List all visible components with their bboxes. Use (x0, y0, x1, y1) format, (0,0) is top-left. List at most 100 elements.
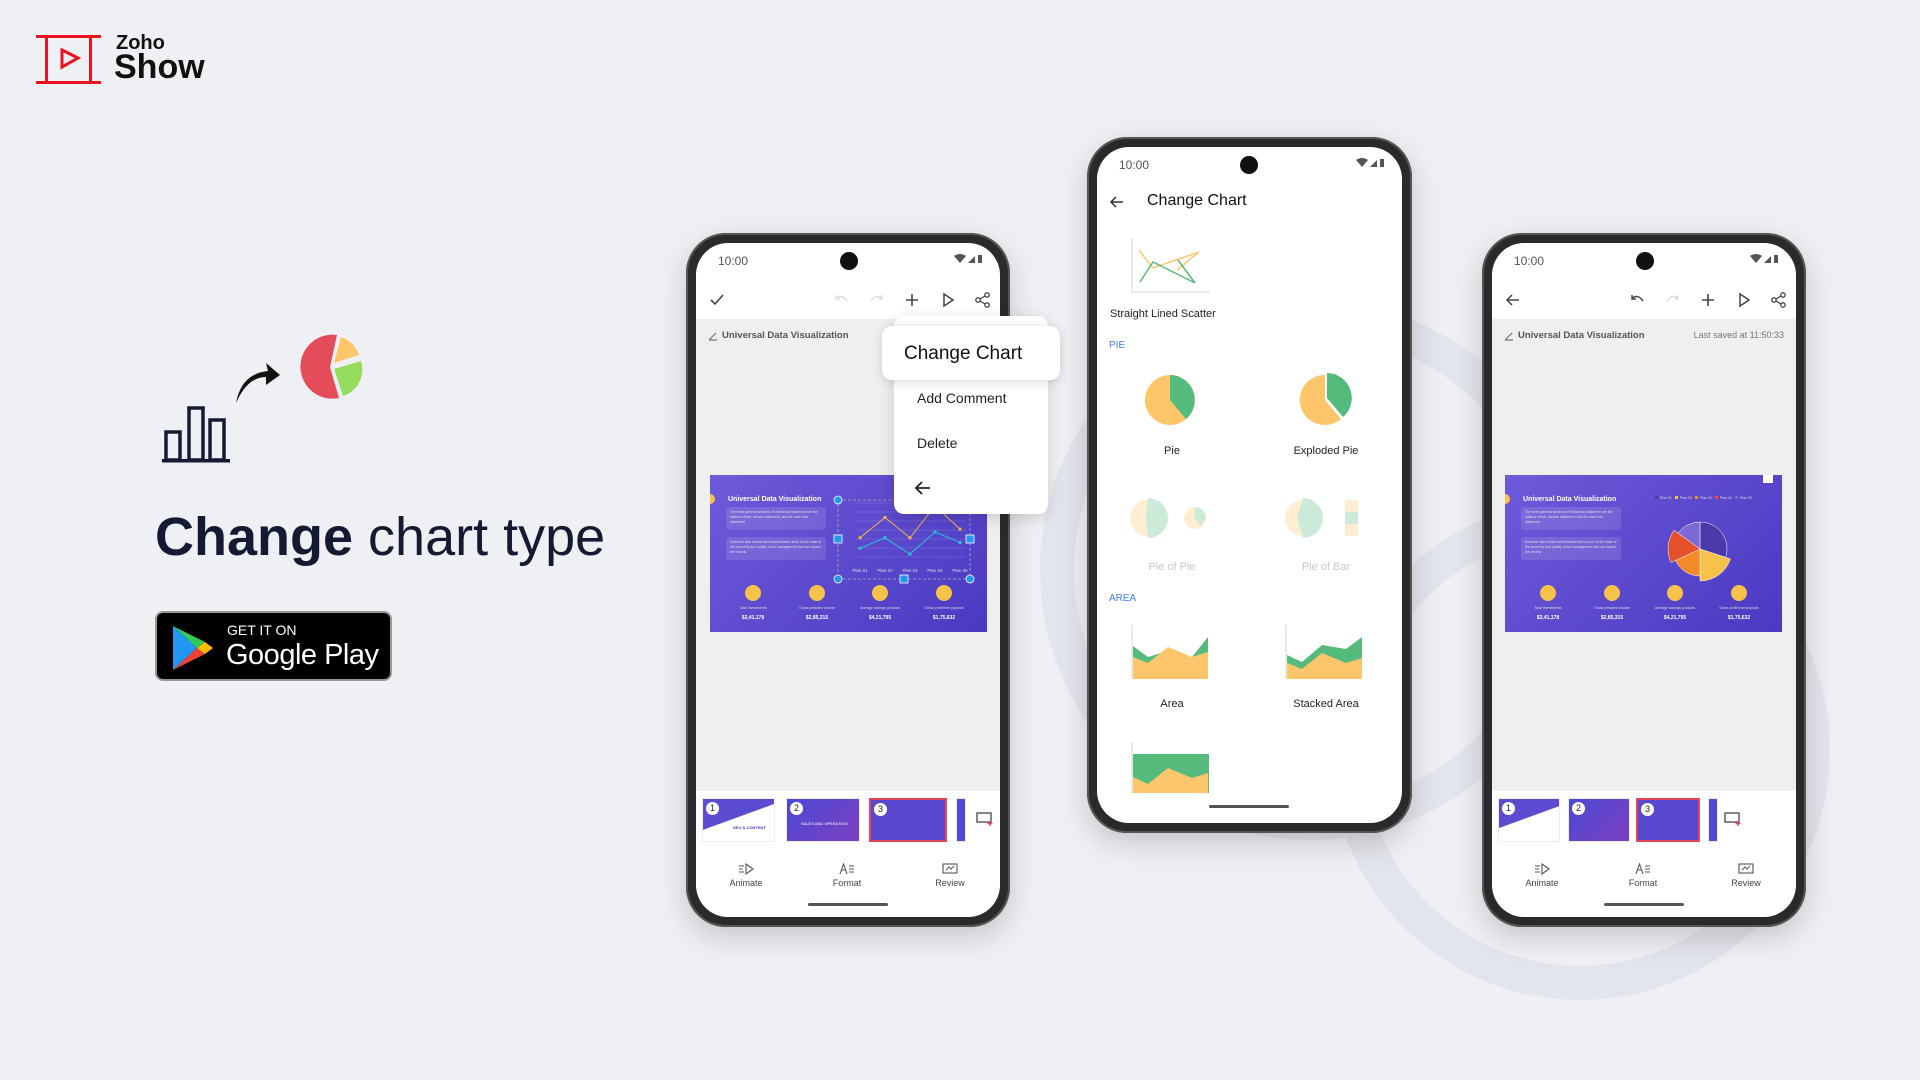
slide-thumb-1[interactable]: 1 (1498, 798, 1560, 842)
coins-icon (1731, 585, 1747, 601)
menu-item-delete[interactable]: Delete (917, 435, 957, 451)
screen-title: Change Chart (1147, 192, 1247, 209)
nav-label: Review (935, 878, 965, 888)
editor-toolbar (1492, 281, 1796, 319)
brand-line2: Show (114, 48, 205, 86)
nav-label: Format (832, 878, 862, 888)
document-title[interactable]: Universal Data Visualization (1504, 330, 1645, 341)
play-icon[interactable] (1735, 291, 1753, 309)
document-title[interactable]: Universal Data Visualization (708, 330, 849, 341)
google-play-badge[interactable]: GET IT ON Google Play (155, 611, 392, 681)
slide-thumb-4[interactable] (956, 798, 966, 842)
nav-animate[interactable]: Animate (1502, 863, 1582, 888)
nav-format[interactable]: Format (1603, 863, 1683, 888)
pie-chart-icon (300, 334, 363, 399)
stat-value: $3,41,178 (741, 615, 765, 621)
editor-toolbar (696, 281, 1000, 319)
undo-icon[interactable] (832, 291, 850, 309)
slide-thumb-2[interactable]: 2 SALES AND OPERATION (786, 798, 860, 842)
add-slide-icon[interactable] (976, 811, 994, 827)
add-slide-icon[interactable] (1724, 811, 1742, 827)
back-arrow-icon[interactable] (1109, 194, 1125, 210)
slide-canvas[interactable]: Universal Data Visualization Last saved … (1492, 319, 1796, 791)
share-icon[interactable] (974, 291, 992, 309)
back-arrow-icon[interactable] (914, 479, 932, 497)
stat-value: $1,75,632 (1727, 615, 1751, 621)
x-tick-label: Plan 05 (952, 568, 968, 573)
stat-label: Total Investments (1534, 606, 1562, 610)
add-icon[interactable] (903, 291, 921, 309)
stat-item: Average savings products $4,21,795 (848, 585, 912, 621)
data-point (908, 536, 912, 540)
add-icon[interactable] (1699, 291, 1717, 309)
review-icon (1738, 863, 1754, 874)
area-thumbnail (1131, 625, 1208, 679)
stat-value: $3,41,178 (1536, 615, 1560, 621)
thumb-number: 1 (1502, 802, 1515, 815)
document-title-text: Universal Data Visualization (722, 330, 849, 341)
curved-arrow-icon (236, 363, 280, 403)
data-point (908, 552, 912, 556)
slide-thumb-1[interactable]: 1 SEO & CONTENT (702, 798, 775, 842)
stat-label: Average savings products (859, 606, 901, 610)
menu-label: Change Chart (904, 343, 1023, 364)
option-label: Straight Lined Scatter (1110, 308, 1216, 320)
stat-value: $2,85,315 (1600, 615, 1624, 621)
animate-icon (1535, 863, 1550, 875)
camera-cutout (1240, 156, 1258, 174)
context-menu: Change Chart Add Comment Delete (882, 316, 1060, 514)
nav-review[interactable]: Review (910, 863, 990, 888)
thumb-number: 3 (874, 803, 887, 816)
undo-icon[interactable] (1628, 291, 1646, 309)
back-arrow-icon[interactable] (1504, 291, 1522, 309)
nav-review[interactable]: Review (1706, 863, 1786, 888)
nav-animate[interactable]: Animate (706, 863, 786, 888)
stat-label: Total Investments (739, 606, 767, 610)
slide-thumb-3[interactable]: 3 (869, 798, 947, 842)
stat-item: Gross profit from payouts $1,75,632 (1707, 585, 1771, 621)
thumb-text: SALES AND OPERATION (801, 821, 848, 826)
nav-label: Format (1628, 878, 1658, 888)
edit-icon (1504, 332, 1513, 341)
thumb-text: SEO & CONTENT (733, 825, 766, 830)
thumb-number: 2 (790, 802, 803, 815)
slide-preview[interactable]: Universal Data Visualization The three g… (1505, 475, 1782, 632)
nav-format[interactable]: Format (807, 863, 887, 888)
stat-label: Gross presales volume (799, 606, 835, 610)
system-icons (1750, 254, 1778, 264)
camera-cutout (1636, 252, 1654, 270)
nav-label: Review (1731, 878, 1761, 888)
hero-title-rest: chart type (368, 507, 606, 567)
slide-thumb-3[interactable]: 3 (1636, 798, 1700, 842)
slide-thumb-4[interactable] (1708, 798, 1718, 842)
x-tick-label: Plan 01 (852, 568, 868, 573)
slide-thumb-2[interactable]: 2 (1568, 798, 1630, 842)
legend-swatch (1695, 496, 1698, 499)
option-label: Pie (1164, 445, 1180, 457)
review-icon (942, 863, 958, 874)
stat-value: $4,21,795 (1663, 615, 1687, 621)
percent-area-thumbnail[interactable] (1131, 742, 1209, 794)
phone-change-chart: 10:00 Change Chart Straight Lined Scatte… (1087, 137, 1412, 833)
box-icon (1604, 585, 1620, 601)
data-point (883, 536, 887, 540)
share-icon[interactable] (1770, 291, 1788, 309)
slide-decoration (710, 494, 715, 504)
menu-item-add-comment[interactable]: Add Comment (917, 390, 1006, 406)
piggy-bank-icon (872, 585, 888, 601)
play-icon[interactable] (939, 291, 957, 309)
exploded-pie-thumbnail (1299, 373, 1352, 425)
format-icon (839, 863, 854, 875)
box-icon (809, 585, 825, 601)
pie-of-pie-thumbnail (1130, 498, 1206, 538)
menu-item-change-chart[interactable]: Change Chart (882, 326, 1060, 380)
system-icons (954, 254, 982, 264)
section-pie: PIE (1109, 340, 1126, 351)
slide-thumbnails: 1 2 3 (1492, 791, 1796, 855)
redo-icon[interactable] (1664, 291, 1682, 309)
scatter-chart-thumbnail (1131, 238, 1210, 293)
check-icon[interactable] (708, 291, 726, 309)
coins-icon (936, 585, 952, 601)
redo-icon[interactable] (868, 291, 886, 309)
edit-icon (708, 332, 717, 341)
